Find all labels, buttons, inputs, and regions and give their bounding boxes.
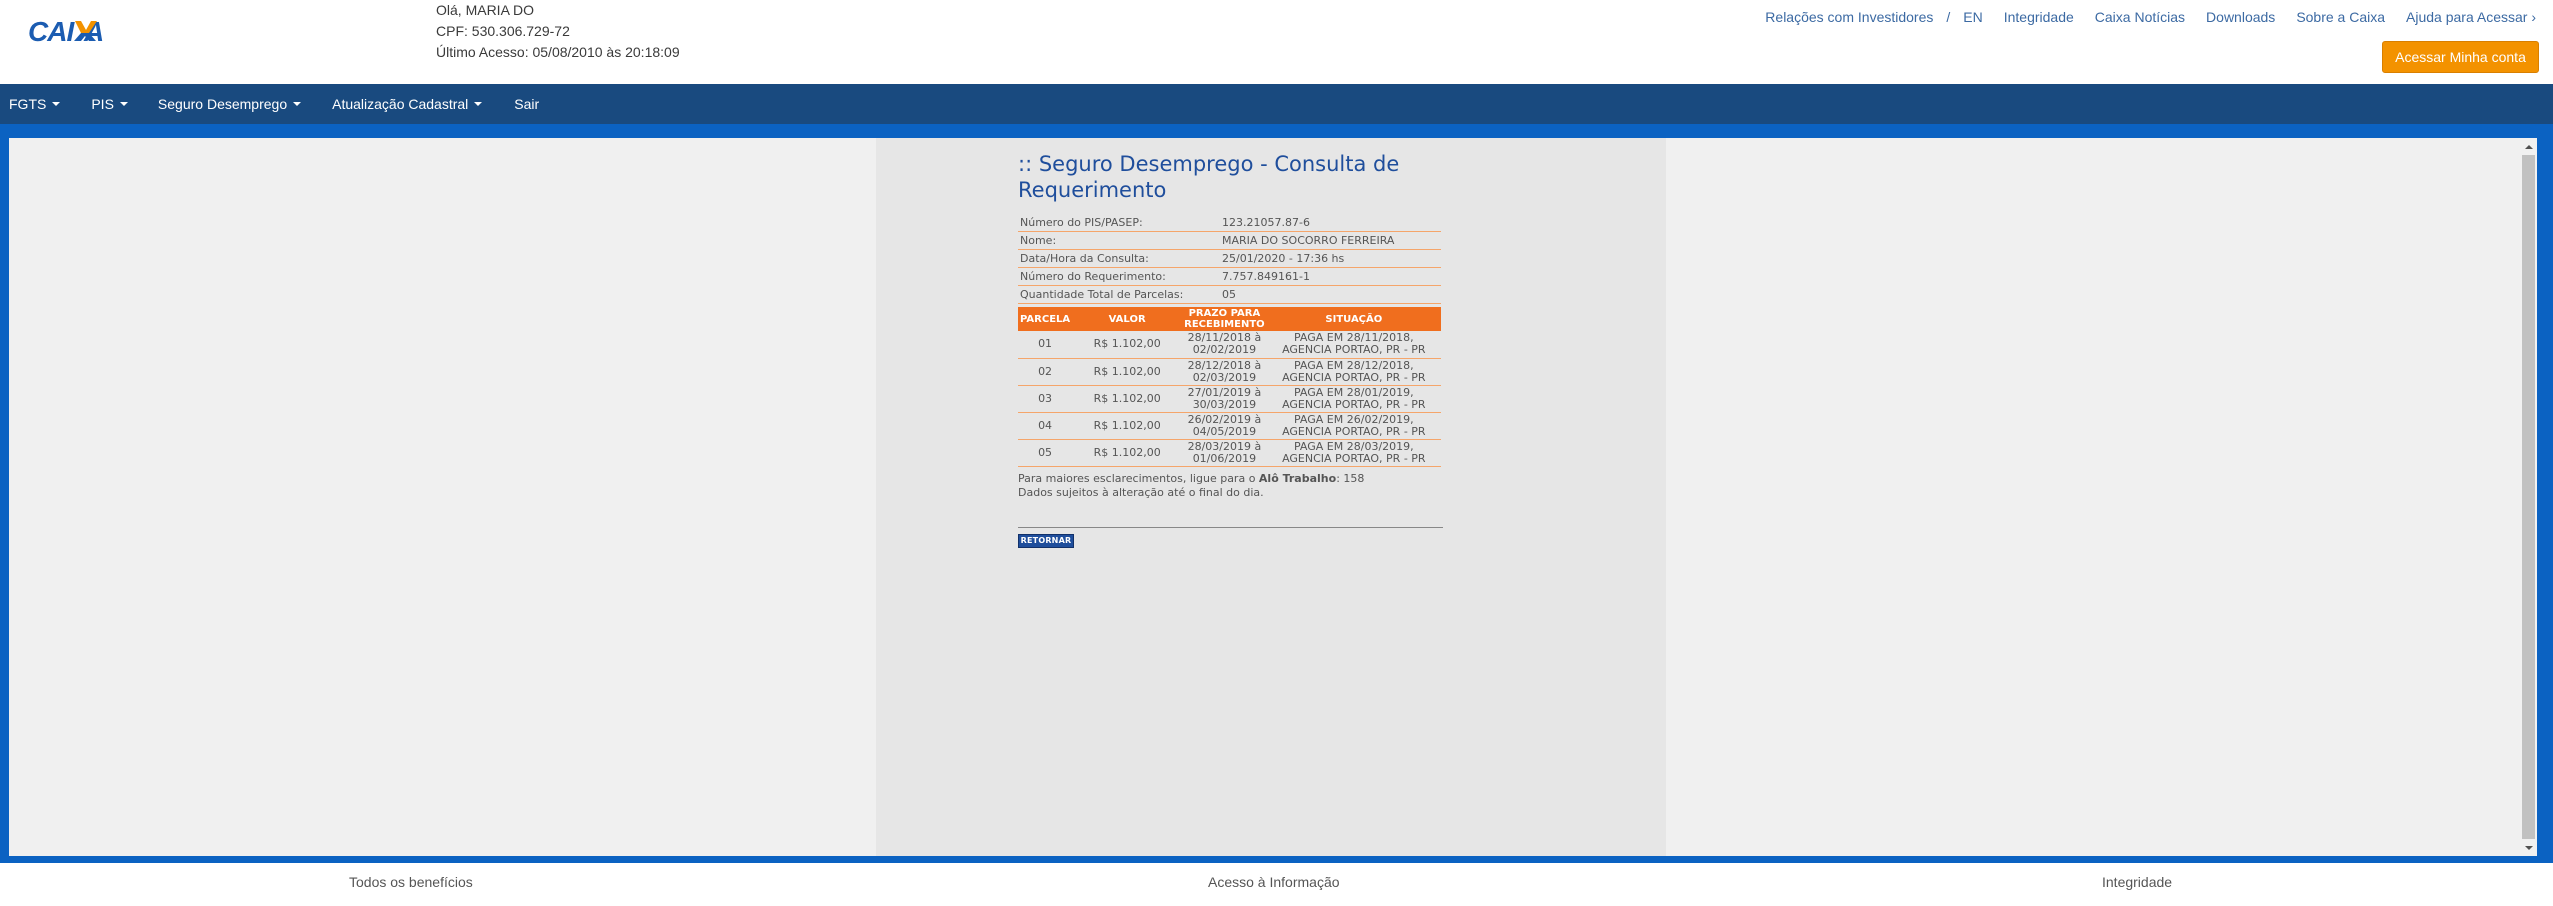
cell-parcela: 04 — [1018, 412, 1073, 440]
nav-item-label: FGTS — [9, 96, 47, 112]
table-row: 04 R$ 1.102,00 26/02/2019 à 04/05/2019 P… — [1018, 412, 1441, 440]
nav-item-atualizacao-cadastral[interactable]: Atualização Cadastral — [332, 96, 483, 112]
cell-prazo: 28/03/2019 à 01/06/2019 — [1182, 439, 1267, 467]
cell-valor: R$ 1.102,00 — [1072, 331, 1183, 359]
info-label: Quantidade Total de Parcelas: — [1020, 288, 1184, 301]
cell-valor: R$ 1.102,00 — [1072, 412, 1183, 440]
parcelas-table: PARCELA VALOR PRAZO PARA RECEBIMENTO SIT… — [1018, 307, 1441, 467]
link-caixa-noticias[interactable]: Caixa Notícias — [2095, 9, 2185, 25]
cell-prazo: 26/02/2019 à 04/05/2019 — [1182, 412, 1267, 440]
info-value: 7.757.849161-1 — [1222, 270, 1310, 283]
contact-note: Para maiores esclarecimentos, ligue para… — [1018, 472, 1458, 486]
cell-situacao: PAGA EM 28/12/2018, AGENCIA PORTAO, PR -… — [1266, 358, 1441, 386]
alo-trabalho-label: Alô Trabalho — [1258, 471, 1337, 485]
table-row: 02 R$ 1.102,00 28/12/2018 à 02/03/2019 P… — [1018, 358, 1441, 386]
cell-prazo: 28/11/2018 à 02/02/2019 — [1182, 331, 1267, 359]
link-en[interactable]: EN — [1963, 9, 1982, 25]
nav-item-label: Atualização Cadastral — [332, 96, 469, 112]
caixa-logo[interactable]: CAI A — [28, 16, 143, 46]
last-access-text: Último Acesso: 05/08/2010 às 20:18:09 — [436, 44, 680, 60]
table-row: 03 R$ 1.102,00 27/01/2019 à 30/03/2019 P… — [1018, 385, 1441, 413]
data-disclaimer: Dados sujeitos à alteração até o final d… — [1018, 485, 1264, 499]
caret-down-icon — [474, 102, 483, 106]
scroll-down-arrow[interactable] — [2520, 839, 2537, 856]
info-label: Data/Hora da Consulta: — [1020, 252, 1149, 265]
vertical-scrollbar[interactable] — [2520, 138, 2537, 856]
notes: Para maiores esclarecimentos, ligue para… — [1018, 472, 1458, 500]
scrollbar-thumb[interactable] — [2522, 155, 2535, 839]
cpf-text: CPF: 530.306.729-72 — [436, 23, 570, 39]
info-row: Quantidade Total de Parcelas: 05 — [1018, 286, 1441, 304]
cell-parcela: 05 — [1018, 439, 1073, 467]
table-row: 01 R$ 1.102,00 28/11/2018 à 02/02/2019 P… — [1018, 331, 1441, 359]
info-row: Número do PIS/PASEP: 123.21057.87-6 — [1018, 214, 1441, 232]
column-header: SITUAÇÃO — [1266, 307, 1441, 331]
cell-situacao: PAGA EM 28/03/2019, AGENCIA PORTAO, PR -… — [1266, 439, 1441, 467]
info-value: MARIA DO SOCORRO FERREIRA — [1222, 234, 1395, 247]
cell-parcela: 01 — [1018, 331, 1073, 359]
info-label: Nome: — [1020, 234, 1057, 247]
main-nav: FGTS PIS Seguro Desemprego Atualização C… — [0, 84, 2553, 124]
arrow-down-icon — [2524, 845, 2533, 850]
divider — [1018, 526, 1443, 528]
acessar-minha-conta-button[interactable]: Acessar Minha conta — [2382, 41, 2539, 73]
link-separator: / — [1946, 9, 1951, 25]
cell-valor: R$ 1.102,00 — [1072, 385, 1183, 413]
greeting-text: Olá, MARIA DO — [436, 2, 535, 18]
table-header-row: PARCELA VALOR PRAZO PARA RECEBIMENTO SIT… — [1018, 307, 1441, 331]
nav-item-label: PIS — [91, 96, 114, 112]
cell-situacao: PAGA EM 28/11/2018, AGENCIA PORTAO, PR -… — [1266, 331, 1441, 359]
footer-link-integridade[interactable]: Integridade — [2102, 874, 2172, 890]
user-info: Olá, MARIA DO CPF: 530.306.729-72 Último… — [436, 0, 680, 63]
info-value: 25/01/2020 - 17:36 hs — [1222, 252, 1345, 265]
consulta-requerimento: :: Seguro Desemprego - Consulta de Reque… — [1018, 151, 1458, 548]
page-title: :: Seguro Desemprego - Consulta de Reque… — [1018, 152, 1400, 202]
top-links: Relações com Investidores / EN Integrida… — [1765, 9, 2536, 25]
nav-item-pis[interactable]: PIS — [91, 96, 128, 112]
link-downloads[interactable]: Downloads — [2206, 9, 2275, 25]
svg-text:CAI: CAI — [28, 16, 75, 46]
link-integridade[interactable]: Integridade — [2004, 9, 2074, 25]
column-header: VALOR — [1072, 307, 1183, 331]
cell-situacao: PAGA EM 28/01/2019, AGENCIA PORTAO, PR -… — [1266, 385, 1441, 413]
cell-parcela: 03 — [1018, 385, 1073, 413]
column-header: PARCELA — [1018, 307, 1073, 331]
note-prefix: Para maiores esclarecimentos, ligue para… — [1018, 471, 1259, 485]
info-table: Número do PIS/PASEP: 123.21057.87-6 Nome… — [1018, 214, 1441, 304]
link-sobre-caixa[interactable]: Sobre a Caixa — [2296, 9, 2385, 25]
nav-item-seguro-desemprego[interactable]: Seguro Desemprego — [157, 96, 302, 112]
info-row: Data/Hora da Consulta: 25/01/2020 - 17:3… — [1018, 250, 1441, 268]
caret-down-icon — [119, 102, 128, 106]
info-label: Número do PIS/PASEP: — [1020, 216, 1143, 229]
scroll-up-arrow[interactable] — [2520, 138, 2537, 155]
info-row: Número do Requerimento: 7.757.849161-1 — [1018, 268, 1441, 286]
arrow-up-icon — [2524, 144, 2533, 149]
nav-item-label: Sair — [514, 96, 540, 112]
footer: Todos os benefícios Acesso à Informação … — [0, 863, 2553, 906]
header: CAI A Olá, MARIA DO CPF: 530.306.729-72 … — [0, 0, 2553, 84]
cell-situacao: PAGA EM 26/02/2019, AGENCIA PORTAO, PR -… — [1266, 412, 1441, 440]
info-value: 05 — [1222, 288, 1236, 301]
cell-prazo: 27/01/2019 à 30/03/2019 — [1182, 385, 1267, 413]
cell-valor: R$ 1.102,00 — [1072, 358, 1183, 386]
cell-prazo: 28/12/2018 à 02/03/2019 — [1182, 358, 1267, 386]
column-header: PRAZO PARA RECEBIMENTO — [1182, 307, 1267, 331]
nav-item-label: Seguro Desemprego — [157, 96, 288, 112]
note-suffix: : 158 — [1336, 471, 1365, 485]
footer-link-acesso-informacao[interactable]: Acesso à Informação — [1208, 874, 1340, 890]
cell-parcela: 02 — [1018, 358, 1073, 386]
caret-down-icon — [52, 102, 61, 106]
info-row: Nome: MARIA DO SOCORRO FERREIRA — [1018, 232, 1441, 250]
nav-item-fgts[interactable]: FGTS — [9, 96, 61, 112]
retornar-button[interactable]: RETORNAR — [1018, 533, 1074, 548]
nav-item-sair[interactable]: Sair — [514, 96, 539, 112]
link-ajuda-acessar[interactable]: Ajuda para Acessar › — [2406, 9, 2536, 25]
footer-link-todos-beneficios[interactable]: Todos os benefícios — [349, 874, 473, 890]
link-relacoes-investidores[interactable]: Relações com Investidores — [1765, 9, 1933, 25]
info-value: 123.21057.87-6 — [1222, 216, 1310, 229]
cell-valor: R$ 1.102,00 — [1072, 439, 1183, 467]
info-label: Número do Requerimento: — [1020, 270, 1166, 283]
caret-down-icon — [293, 102, 302, 106]
table-row: 05 R$ 1.102,00 28/03/2019 à 01/06/2019 P… — [1018, 439, 1441, 467]
